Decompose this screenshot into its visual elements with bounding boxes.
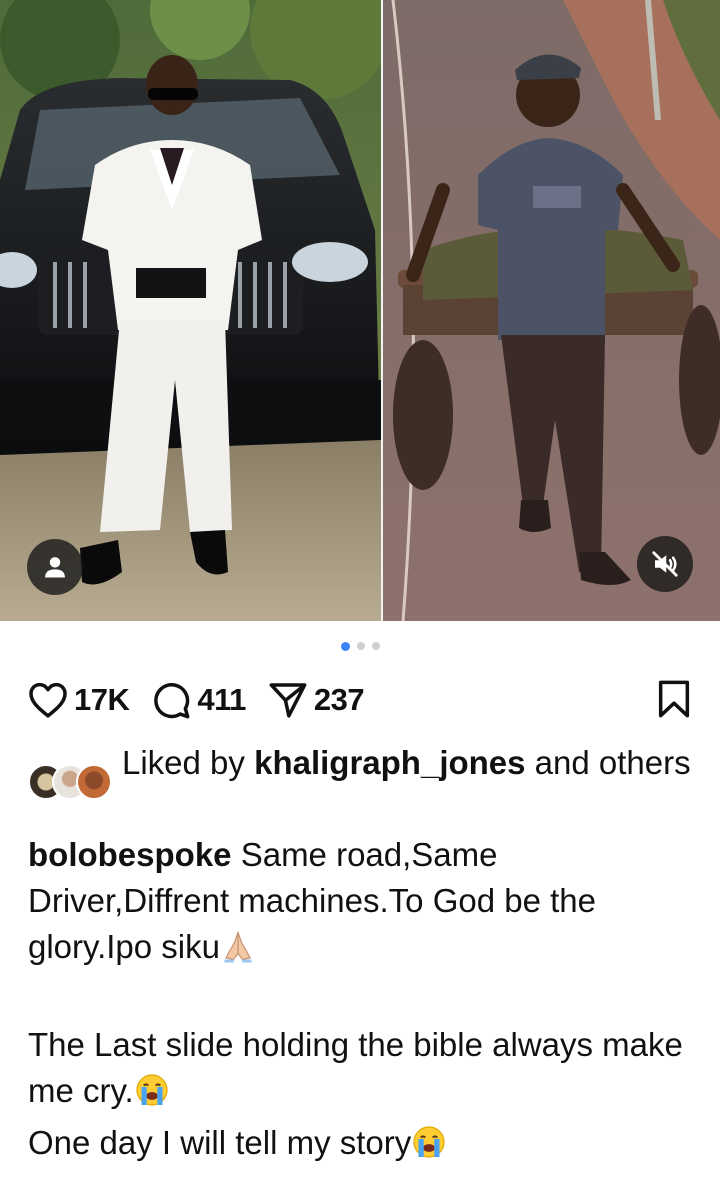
comment-count[interactable]: 411 <box>197 682 246 718</box>
comment-button[interactable]: 411 <box>151 680 246 720</box>
send-icon <box>269 683 307 718</box>
caption-paragraph-2: The Last slide holding the bible always … <box>28 1022 692 1120</box>
caption-username[interactable]: bolobespoke <box>28 836 232 873</box>
praying-hands-emoji <box>220 928 256 976</box>
caption-line-2: The Last slide holding the bible always … <box>28 1026 683 1109</box>
crying-face-emoji <box>411 1124 447 1172</box>
caption-paragraph-1: bolobespoke Same road,Same Driver,Diffre… <box>28 832 692 976</box>
carousel-dot-3[interactable] <box>371 642 380 650</box>
share-button[interactable]: 237 <box>268 680 365 720</box>
liked-by-section[interactable]: Liked by khaligraph_jones and others <box>28 742 692 826</box>
liked-by-text: Liked by khaligraph_jones and others <box>122 742 692 784</box>
post-media-carousel[interactable] <box>0 0 720 621</box>
post-action-bar: 17K 411 237 <box>28 677 692 723</box>
avatar <box>76 764 112 800</box>
liked-by-username[interactable]: khaligraph_jones <box>254 744 525 781</box>
right-photo-man-with-cart <box>383 0 720 621</box>
person-icon <box>45 557 65 578</box>
carousel-pagination <box>0 641 720 651</box>
bookmark-icon <box>658 680 690 718</box>
heart-icon <box>29 682 67 718</box>
comment-icon <box>154 683 190 719</box>
carousel-dot-2[interactable] <box>356 642 365 650</box>
muted-speaker-icon <box>652 551 678 577</box>
liker-avatars[interactable] <box>28 764 118 804</box>
caption-line-3: One day I will tell my story <box>28 1124 412 1161</box>
like-button[interactable]: 17K <box>28 681 130 719</box>
tagged-users-button[interactable] <box>27 539 83 595</box>
liked-by-prefix: Liked by <box>122 744 255 781</box>
carousel-dot-1[interactable] <box>340 641 350 651</box>
share-count[interactable]: 237 <box>314 682 365 718</box>
post-caption: bolobespoke Same road,Same Driver,Diffre… <box>28 832 692 1172</box>
caption-paragraph-3: One day I will tell my story <box>28 1120 692 1172</box>
liked-by-suffix: and others <box>525 744 691 781</box>
mute-toggle-button[interactable] <box>637 536 693 592</box>
crying-face-emoji <box>134 1072 170 1120</box>
left-photo-suited-man-suv <box>0 0 381 621</box>
save-button[interactable] <box>656 679 692 724</box>
like-count[interactable]: 17K <box>74 682 130 718</box>
